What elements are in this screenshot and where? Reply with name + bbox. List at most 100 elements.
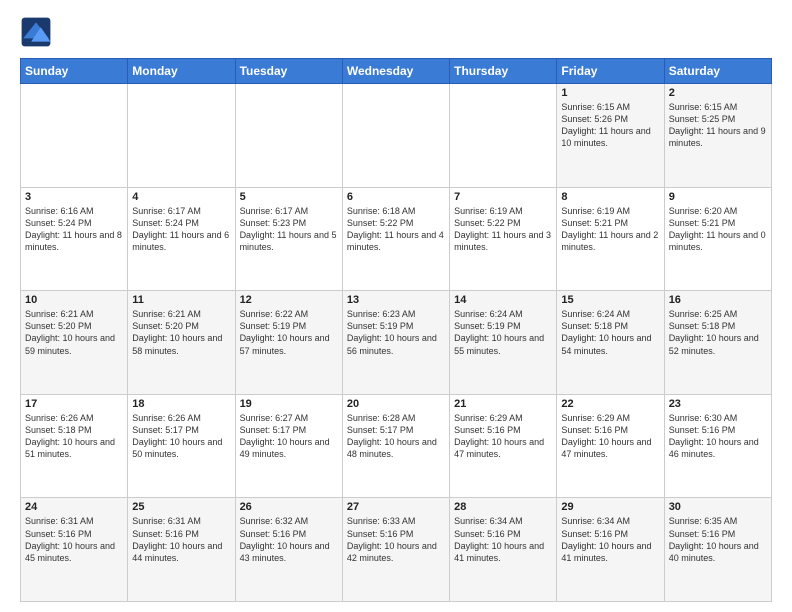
day-cell (235, 84, 342, 188)
day-cell: 26 Sunrise: 6:32 AM Sunset: 5:16 PM Dayli… (235, 498, 342, 602)
day-info: Sunrise: 6:32 AM Sunset: 5:16 PM Dayligh… (240, 515, 338, 564)
day-cell: 14 Sunrise: 6:24 AM Sunset: 5:19 PM Dayli… (450, 291, 557, 395)
day-cell: 7 Sunrise: 6:19 AM Sunset: 5:22 PM Daylig… (450, 187, 557, 291)
week-row-1: 1 Sunrise: 6:15 AM Sunset: 5:26 PM Daylig… (21, 84, 772, 188)
day-cell: 13Sunrise: 6:23 AM Sunset: 5:19 PM Dayli… (342, 291, 449, 395)
weekday-header-monday: Monday (128, 59, 235, 84)
day-cell: 15 Sunrise: 6:24 AM Sunset: 5:18 PM Dayli… (557, 291, 664, 395)
day-number: 19 (240, 398, 338, 410)
day-info: Sunrise: 6:30 AM Sunset: 5:16 PM Dayligh… (669, 412, 767, 461)
day-info: Sunrise: 6:26 AM Sunset: 5:17 PM Dayligh… (132, 412, 230, 461)
day-info: Sunrise: 6:18 AM Sunset: 5:22 PM Dayligh… (347, 205, 445, 254)
page: SundayMondayTuesdayWednesdayThursdayFrid… (0, 0, 792, 612)
day-cell: 10 Sunrise: 6:21 AM Sunset: 5:20 PM Dayli… (21, 291, 128, 395)
day-cell: 20 Sunrise: 6:28 AM Sunset: 5:17 PM Dayli… (342, 394, 449, 498)
day-cell: 11 Sunrise: 6:21 AM Sunset: 5:20 PM Dayli… (128, 291, 235, 395)
day-number: 21 (454, 398, 552, 410)
day-number: 25 (132, 501, 230, 513)
day-number: 20 (347, 398, 445, 410)
day-info: Sunrise: 6:19 AM Sunset: 5:22 PM Dayligh… (454, 205, 552, 254)
day-info: Sunrise: 6:19 AM Sunset: 5:21 PM Dayligh… (561, 205, 659, 254)
day-cell: 9 Sunrise: 6:20 AM Sunset: 5:21 PM Daylig… (664, 187, 771, 291)
day-cell: 29 Sunrise: 6:34 AM Sunset: 5:16 PM Dayli… (557, 498, 664, 602)
day-cell (450, 84, 557, 188)
day-info: Sunrise: 6:34 AM Sunset: 5:16 PM Dayligh… (561, 515, 659, 564)
day-cell: 24 Sunrise: 6:31 AM Sunset: 5:16 PM Dayli… (21, 498, 128, 602)
day-cell: 21 Sunrise: 6:29 AM Sunset: 5:16 PM Dayli… (450, 394, 557, 498)
day-cell: 5 Sunrise: 6:17 AM Sunset: 5:23 PM Daylig… (235, 187, 342, 291)
day-number: 13 (347, 294, 445, 306)
day-info: Sunrise: 6:33 AM Sunset: 5:16 PM Dayligh… (347, 515, 445, 564)
day-cell: 30 Sunrise: 6:35 AM Sunset: 5:16 PM Dayli… (664, 498, 771, 602)
day-number: 15 (561, 294, 659, 306)
day-number: 26 (240, 501, 338, 513)
day-number: 29 (561, 501, 659, 513)
day-info: Sunrise: 6:24 AM Sunset: 5:19 PM Dayligh… (454, 308, 552, 357)
weekday-header-tuesday: Tuesday (235, 59, 342, 84)
day-cell: 27 Sunrise: 6:33 AM Sunset: 5:16 PM Dayli… (342, 498, 449, 602)
day-cell: 2 Sunrise: 6:15 AM Sunset: 5:25 PM Daylig… (664, 84, 771, 188)
day-info: Sunrise: 6:35 AM Sunset: 5:16 PM Dayligh… (669, 515, 767, 564)
day-info: Sunrise: 6:16 AM Sunset: 5:24 PM Dayligh… (25, 205, 123, 254)
day-info: Sunrise: 6:24 AM Sunset: 5:18 PM Dayligh… (561, 308, 659, 357)
day-cell: 8 Sunrise: 6:19 AM Sunset: 5:21 PM Daylig… (557, 187, 664, 291)
day-cell: 1 Sunrise: 6:15 AM Sunset: 5:26 PM Daylig… (557, 84, 664, 188)
day-cell: 4 Sunrise: 6:17 AM Sunset: 5:24 PM Daylig… (128, 187, 235, 291)
day-cell (21, 84, 128, 188)
day-number: 27 (347, 501, 445, 513)
day-number: 10 (25, 294, 123, 306)
weekday-header-sunday: Sunday (21, 59, 128, 84)
day-info: Sunrise: 6:27 AM Sunset: 5:17 PM Dayligh… (240, 412, 338, 461)
day-info: Sunrise: 6:34 AM Sunset: 5:16 PM Dayligh… (454, 515, 552, 564)
week-row-2: 3 Sunrise: 6:16 AM Sunset: 5:24 PM Daylig… (21, 187, 772, 291)
day-number: 16 (669, 294, 767, 306)
day-info: Sunrise: 6:28 AM Sunset: 5:17 PM Dayligh… (347, 412, 445, 461)
day-info: Sunrise: 6:31 AM Sunset: 5:16 PM Dayligh… (132, 515, 230, 564)
day-number: 24 (25, 501, 123, 513)
day-number: 2 (669, 87, 767, 99)
day-number: 12 (240, 294, 338, 306)
day-cell: 17Sunrise: 6:26 AM Sunset: 5:18 PM Dayli… (21, 394, 128, 498)
day-number: 1 (561, 87, 659, 99)
day-number: 6 (347, 191, 445, 203)
day-info: Sunrise: 6:26 AM Sunset: 5:18 PM Dayligh… (25, 412, 123, 461)
day-cell (128, 84, 235, 188)
day-info: Sunrise: 6:21 AM Sunset: 5:20 PM Dayligh… (25, 308, 123, 357)
weekday-header-thursday: Thursday (450, 59, 557, 84)
day-number: 9 (669, 191, 767, 203)
weekday-header-wednesday: Wednesday (342, 59, 449, 84)
day-info: Sunrise: 6:17 AM Sunset: 5:23 PM Dayligh… (240, 205, 338, 254)
day-cell: 25 Sunrise: 6:31 AM Sunset: 5:16 PM Dayli… (128, 498, 235, 602)
weekday-header-friday: Friday (557, 59, 664, 84)
day-info: Sunrise: 6:22 AM Sunset: 5:19 PM Dayligh… (240, 308, 338, 357)
day-number: 8 (561, 191, 659, 203)
day-cell: 12 Sunrise: 6:22 AM Sunset: 5:19 PM Dayli… (235, 291, 342, 395)
day-number: 11 (132, 294, 230, 306)
day-info: Sunrise: 6:31 AM Sunset: 5:16 PM Dayligh… (25, 515, 123, 564)
header (20, 16, 772, 48)
day-number: 7 (454, 191, 552, 203)
day-info: Sunrise: 6:17 AM Sunset: 5:24 PM Dayligh… (132, 205, 230, 254)
day-cell: 23 Sunrise: 6:30 AM Sunset: 5:16 PM Dayli… (664, 394, 771, 498)
logo (20, 16, 56, 48)
weekday-header-saturday: Saturday (664, 59, 771, 84)
day-info: Sunrise: 6:15 AM Sunset: 5:26 PM Dayligh… (561, 101, 659, 150)
day-cell: 19 Sunrise: 6:27 AM Sunset: 5:17 PM Dayli… (235, 394, 342, 498)
day-info: Sunrise: 6:29 AM Sunset: 5:16 PM Dayligh… (454, 412, 552, 461)
week-row-4: 17Sunrise: 6:26 AM Sunset: 5:18 PM Dayli… (21, 394, 772, 498)
day-info: Sunrise: 6:29 AM Sunset: 5:16 PM Dayligh… (561, 412, 659, 461)
day-number: 3 (25, 191, 123, 203)
day-number: 5 (240, 191, 338, 203)
day-info: Sunrise: 6:21 AM Sunset: 5:20 PM Dayligh… (132, 308, 230, 357)
day-cell (342, 84, 449, 188)
day-info: Sunrise: 6:15 AM Sunset: 5:25 PM Dayligh… (669, 101, 767, 150)
day-number: 23 (669, 398, 767, 410)
day-info: Sunrise: 6:20 AM Sunset: 5:21 PM Dayligh… (669, 205, 767, 254)
calendar-table: SundayMondayTuesdayWednesdayThursdayFrid… (20, 58, 772, 602)
day-cell: 3 Sunrise: 6:16 AM Sunset: 5:24 PM Daylig… (21, 187, 128, 291)
day-number: 4 (132, 191, 230, 203)
day-number: 28 (454, 501, 552, 513)
day-number: 30 (669, 501, 767, 513)
day-number: 14 (454, 294, 552, 306)
logo-icon (20, 16, 52, 48)
